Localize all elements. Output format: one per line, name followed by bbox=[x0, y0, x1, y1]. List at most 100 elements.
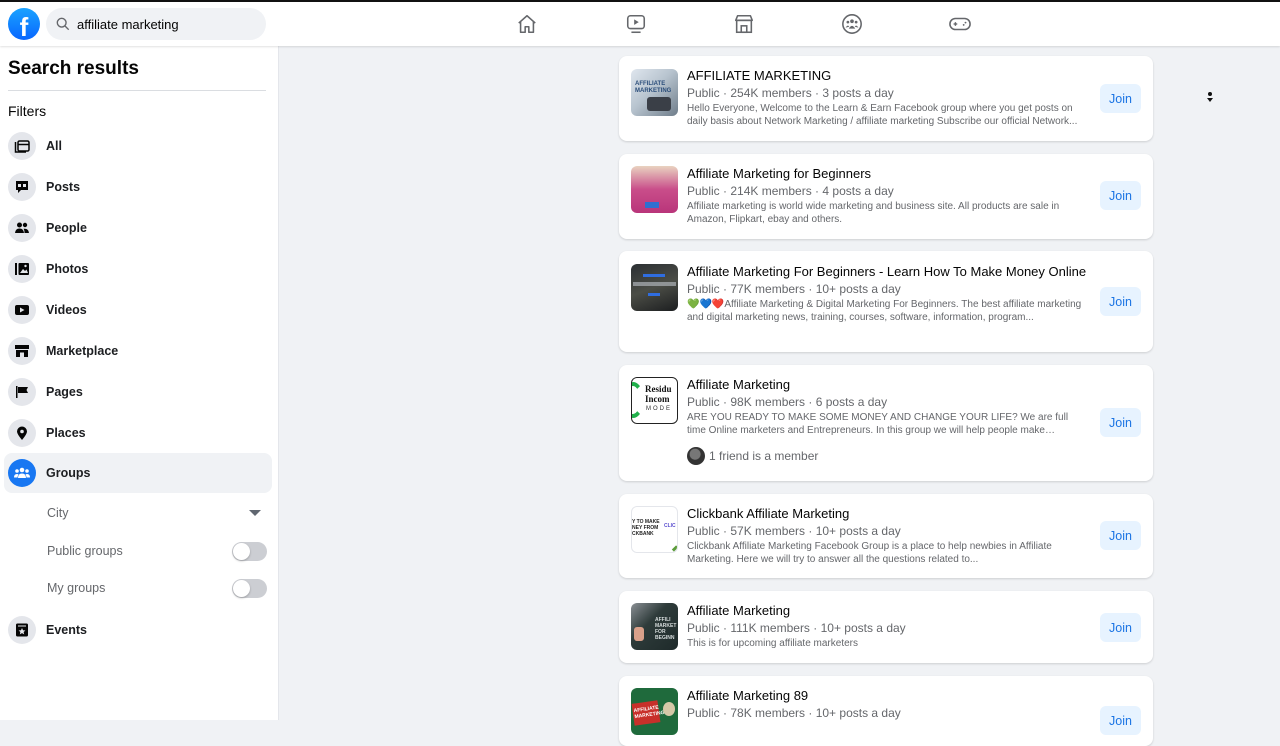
group-name[interactable]: Affiliate Marketing bbox=[687, 377, 1089, 393]
group-meta: Public · 78K members · 10+ posts a day bbox=[687, 706, 901, 720]
group-description: This is for upcoming affiliate marketers bbox=[687, 638, 858, 649]
group-cover-thumbnail[interactable]: AFFILI MARKET FOR BEGINN bbox=[631, 603, 678, 650]
sidebar-item-places[interactable]: Places bbox=[4, 413, 272, 453]
group-cover-thumbnail[interactable]: Y TO MAKE NEY FROM CKBANK CLIC bbox=[631, 506, 678, 553]
sidebar-item-groups[interactable]: Groups bbox=[4, 453, 272, 493]
group-meta: Public · 98K members · 6 posts a day bbox=[687, 395, 888, 409]
group-description: Hello Everyone, Welcome to the Learn & E… bbox=[687, 103, 1078, 127]
sidebar-item-pages[interactable]: Pages bbox=[4, 372, 272, 412]
page-title: Search results bbox=[8, 58, 139, 79]
people-icon bbox=[8, 214, 36, 242]
sidebar-item-label: People bbox=[46, 221, 87, 235]
join-button[interactable]: Join bbox=[1100, 706, 1141, 735]
public-groups-filter: Public groups bbox=[47, 539, 267, 563]
group-name[interactable]: Affiliate Marketing for Beginners bbox=[687, 166, 1089, 182]
group-description: 💚💙❤️Affiliate Marketing & Digital Market… bbox=[687, 299, 1082, 323]
join-button[interactable]: Join bbox=[1100, 181, 1141, 210]
public-groups-toggle[interactable] bbox=[232, 541, 267, 561]
scroll-cursor-icon bbox=[1207, 92, 1213, 102]
mutual-friends-text: 1 friend is a member bbox=[709, 449, 819, 463]
city-filter-label: City bbox=[47, 506, 69, 520]
videos-icon bbox=[8, 296, 36, 324]
group-name[interactable]: Affiliate Marketing For Beginners - Lear… bbox=[687, 264, 1089, 280]
join-button[interactable]: Join bbox=[1100, 287, 1141, 316]
group-result-card[interactable]: Affiliate Marketing for Beginners Public… bbox=[619, 154, 1153, 239]
sidebar-item-events[interactable]: Events bbox=[4, 610, 272, 650]
sidebar-item-label: Pages bbox=[46, 385, 83, 399]
sidebar-item-photos[interactable]: Photos bbox=[4, 249, 272, 289]
caret-down-icon bbox=[249, 510, 261, 516]
search-filters-sidebar: Search results Filters All Posts People … bbox=[0, 46, 279, 720]
sidebar-item-marketplace[interactable]: Marketplace bbox=[4, 331, 272, 371]
all-icon bbox=[8, 132, 36, 160]
group-info: Affiliate Marketing Public · 111K member… bbox=[687, 603, 1089, 650]
sidebar-item-label: Events bbox=[46, 623, 87, 637]
group-result-card[interactable]: AFFILIATE MARKETING AFFILIATE MARKETING P… bbox=[619, 56, 1153, 141]
sidebar-item-all[interactable]: All bbox=[4, 126, 272, 166]
group-name[interactable]: Clickbank Affiliate Marketing bbox=[687, 506, 1089, 522]
group-meta: Public · 214K members · 4 posts a day bbox=[687, 184, 894, 198]
photos-icon bbox=[8, 255, 36, 283]
group-name[interactable]: Affiliate Marketing bbox=[687, 603, 1089, 619]
public-groups-label: Public groups bbox=[47, 544, 123, 558]
group-meta: Public · 254K members · 3 posts a day bbox=[687, 86, 894, 100]
join-button[interactable]: Join bbox=[1100, 84, 1141, 113]
group-info: Affiliate Marketing 89 Public · 78K memb… bbox=[687, 688, 1089, 721]
my-groups-toggle[interactable] bbox=[232, 578, 267, 598]
groups-icon[interactable] bbox=[840, 12, 864, 36]
group-result-card[interactable]: AFFILIATE MARKETING Affiliate Marketing 8… bbox=[619, 676, 1153, 746]
sidebar-item-videos[interactable]: Videos bbox=[4, 290, 272, 330]
watch-icon[interactable] bbox=[624, 12, 648, 36]
group-info: Clickbank Affiliate Marketing Public · 5… bbox=[687, 506, 1089, 566]
city-filter-dropdown[interactable]: City bbox=[47, 501, 267, 525]
group-cover-thumbnail[interactable] bbox=[631, 166, 678, 213]
group-meta: Public · 111K members · 10+ posts a day bbox=[687, 621, 906, 635]
search-icon bbox=[56, 17, 70, 31]
group-result-card[interactable]: Y TO MAKE NEY FROM CKBANK CLIC Clickbank A… bbox=[619, 494, 1153, 578]
sidebar-item-label: Photos bbox=[46, 262, 89, 276]
pages-icon bbox=[8, 378, 36, 406]
group-cover-thumbnail[interactable] bbox=[631, 264, 678, 311]
group-info: Affiliate Marketing Public · 98K members… bbox=[687, 377, 1089, 437]
join-button[interactable]: Join bbox=[1100, 521, 1141, 550]
top-navigation-bar: f bbox=[0, 0, 1280, 46]
facebook-logo[interactable]: f bbox=[8, 8, 40, 40]
friend-avatar[interactable] bbox=[687, 447, 705, 465]
search-box[interactable] bbox=[46, 8, 266, 40]
group-info: Affiliate Marketing for Beginners Public… bbox=[687, 166, 1089, 226]
group-result-card[interactable]: Residu Incom MODE Affiliate Marketing Pub… bbox=[619, 365, 1153, 481]
sidebar-item-label: All bbox=[46, 139, 62, 153]
group-result-card[interactable]: Affiliate Marketing For Beginners - Lear… bbox=[619, 251, 1153, 352]
group-info: Affiliate Marketing For Beginners - Lear… bbox=[687, 264, 1089, 324]
group-description: ARE YOU READY TO MAKE SOME MONEY AND CHA… bbox=[687, 412, 1069, 436]
sidebar-item-label: Groups bbox=[46, 466, 91, 480]
group-cover-thumbnail[interactable]: AFFILIATE MARKETING bbox=[631, 69, 678, 116]
my-groups-label: My groups bbox=[47, 581, 106, 595]
group-cover-thumbnail[interactable]: Residu Incom MODE bbox=[631, 377, 678, 424]
group-name[interactable]: Affiliate Marketing 89 bbox=[687, 688, 1089, 704]
group-result-card[interactable]: AFFILI MARKET FOR BEGINN Affiliate Marketin… bbox=[619, 591, 1153, 663]
home-icon[interactable] bbox=[515, 12, 539, 36]
group-meta: Public · 77K members · 10+ posts a day bbox=[687, 282, 901, 296]
gaming-icon[interactable] bbox=[948, 12, 972, 36]
join-button[interactable]: Join bbox=[1100, 613, 1141, 642]
sidebar-item-people[interactable]: People bbox=[4, 208, 272, 248]
group-info: AFFILIATE MARKETING Public · 254K member… bbox=[687, 68, 1089, 128]
divider bbox=[8, 90, 266, 91]
join-button[interactable]: Join bbox=[1100, 408, 1141, 437]
sidebar-item-posts[interactable]: Posts bbox=[4, 167, 272, 207]
sidebar-item-label: Places bbox=[46, 426, 86, 440]
group-cover-thumbnail[interactable]: AFFILIATE MARKETING bbox=[631, 688, 678, 735]
marketplace-icon[interactable] bbox=[732, 12, 756, 36]
sidebar-item-label: Videos bbox=[46, 303, 87, 317]
marketplace-icon bbox=[8, 337, 36, 365]
groups-icon bbox=[8, 459, 36, 487]
search-input[interactable] bbox=[77, 16, 257, 32]
mutual-friends: 1 friend is a member bbox=[687, 447, 818, 465]
my-groups-filter: My groups bbox=[47, 576, 267, 600]
sidebar-item-label: Marketplace bbox=[46, 344, 119, 358]
events-icon bbox=[8, 616, 36, 644]
group-name[interactable]: AFFILIATE MARKETING bbox=[687, 68, 1089, 84]
group-meta: Public · 57K members · 10+ posts a day bbox=[687, 524, 901, 538]
group-description: Clickbank Affiliate Marketing Facebook G… bbox=[687, 541, 1052, 565]
